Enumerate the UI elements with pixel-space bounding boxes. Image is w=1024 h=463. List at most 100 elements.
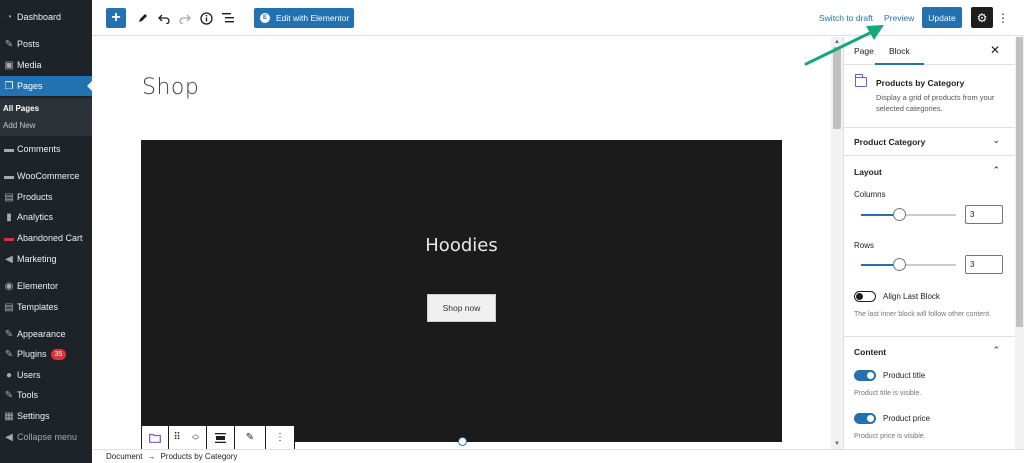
comments-icon: ▬ xyxy=(4,143,14,155)
page-title[interactable]: Shop xyxy=(142,75,199,100)
settings-icon: ▦ xyxy=(4,410,14,422)
menu-item-analytics[interactable]: ▮ Analytics xyxy=(0,208,92,226)
columns-slider[interactable] xyxy=(861,208,956,221)
pencil-icon: ✎ xyxy=(245,432,255,443)
folder-icon xyxy=(149,433,161,443)
kebab-menu-icon: ⋮ xyxy=(275,432,285,443)
elementor-icon: ◉ xyxy=(4,280,14,292)
panel-product-category[interactable]: Product Category ⌄ xyxy=(844,128,1015,156)
submenu-all-pages[interactable]: All Pages xyxy=(3,104,39,113)
menu-item-woocommerce[interactable]: ▬ WooCommerce xyxy=(0,167,92,185)
block-card-title: Products by Category xyxy=(876,78,965,88)
toggle-knob xyxy=(856,293,863,300)
menu-item-settings[interactable]: ▦ Settings xyxy=(0,407,92,425)
tab-block[interactable]: Block xyxy=(875,46,924,65)
product-price-toggle[interactable] xyxy=(854,413,876,424)
menu-item-templates[interactable]: ▤ Templates xyxy=(0,298,92,316)
preview-link[interactable]: Preview xyxy=(884,12,914,24)
breadcrumb-current-block[interactable]: Products by Category xyxy=(160,452,237,461)
rows-slider[interactable] xyxy=(861,258,956,271)
align-last-block-toggle[interactable] xyxy=(854,291,876,302)
users-icon: ● xyxy=(5,369,13,381)
shop-now-button[interactable]: Shop now xyxy=(427,294,496,322)
block-card: Products by Category Display a grid of p… xyxy=(844,66,1015,128)
editor-toolbar: + E Edit with Elementor Switch to draft … xyxy=(92,0,1024,36)
analytics-icon: ▮ xyxy=(6,211,12,223)
tab-page[interactable]: Page xyxy=(854,46,874,56)
menu-item-pages[interactable]: ❐ Pages xyxy=(0,76,92,96)
scroll-up-icon: ▲ xyxy=(834,39,840,45)
update-button[interactable]: Update xyxy=(922,7,962,28)
category-title: Hoodies xyxy=(425,235,498,256)
admin-sidebar: ◔ Dashboard ✎ Posts ▣ Media ❐ Pages All … xyxy=(0,0,92,463)
columns-input[interactable]: 3 xyxy=(965,205,1003,224)
settings-toggle-button[interactable]: ⚙ xyxy=(971,7,993,28)
collapse-menu-button[interactable]: ◀ Collapse menu xyxy=(0,428,92,446)
menu-item-dashboard[interactable]: ◔ Dashboard xyxy=(0,8,92,26)
details-button[interactable] xyxy=(197,8,215,28)
megaphone-icon: ◀ xyxy=(5,253,13,265)
toggle-knob xyxy=(867,372,874,379)
columns-label: Columns xyxy=(854,190,886,199)
align-button[interactable] xyxy=(207,426,235,449)
editor-canvas: Shop Hoodies Shop now ⠿ ︿ ﹀ ✎ ⋮ xyxy=(92,37,831,450)
kebab-menu-icon: ⋮ xyxy=(997,11,1009,25)
breadcrumb-separator: → xyxy=(147,452,156,461)
inspector-scrollbar[interactable] xyxy=(1015,37,1024,449)
canvas-scrollbar[interactable]: ▲ ▼ xyxy=(831,37,843,449)
panel-layout[interactable]: Layout ⌃ xyxy=(844,158,1015,186)
gear-icon: ⚙ xyxy=(976,10,988,25)
abandoned-cart-icon: ▬ xyxy=(4,232,14,244)
menu-item-abandoned-cart[interactable]: ▬ Abandoned Cart xyxy=(0,229,92,247)
edit-with-elementor-button[interactable]: E Edit with Elementor xyxy=(254,8,354,28)
product-title-toggle[interactable] xyxy=(854,370,876,381)
plugins-update-badge: 35 xyxy=(50,348,67,360)
menu-item-tools[interactable]: ✎ Tools xyxy=(0,386,92,404)
switch-to-draft-link[interactable]: Switch to draft xyxy=(819,12,873,24)
menu-item-comments[interactable]: ▬ Comments xyxy=(0,140,92,158)
panel-content[interactable]: Content ⌃ xyxy=(844,338,1015,366)
undo-button[interactable] xyxy=(155,8,173,28)
more-options-button[interactable]: ⋮ xyxy=(997,8,1009,28)
list-view-button[interactable] xyxy=(219,8,237,28)
tools-button[interactable] xyxy=(134,8,152,28)
rows-label: Rows xyxy=(854,241,875,250)
menu-item-media[interactable]: ▣ Media xyxy=(0,56,92,74)
redo-button[interactable] xyxy=(176,8,194,28)
align-icon xyxy=(215,432,226,443)
move-buttons[interactable]: ︿ ﹀ xyxy=(185,426,207,449)
columns-slider-knob[interactable] xyxy=(893,208,906,221)
block-type-button[interactable] xyxy=(142,426,169,449)
list-view-icon xyxy=(221,13,234,23)
breadcrumb-document[interactable]: Document xyxy=(106,452,142,461)
scrollbar-thumb[interactable] xyxy=(833,47,841,129)
close-icon[interactable]: ✕ xyxy=(990,43,1000,57)
menu-item-products[interactable]: ▤ Products xyxy=(0,188,92,206)
elementor-logo-icon: E xyxy=(260,13,270,23)
menu-item-posts[interactable]: ✎ Posts xyxy=(0,35,92,53)
rows-input[interactable]: 3 xyxy=(965,255,1003,274)
menu-item-users[interactable]: ● Users xyxy=(0,366,92,384)
rows-slider-knob[interactable] xyxy=(893,258,906,271)
add-block-button[interactable]: + xyxy=(106,8,126,28)
edit-block-button[interactable]: ✎ xyxy=(235,426,266,449)
appearance-icon: ✎ xyxy=(4,328,14,340)
products-by-category-block[interactable]: Hoodies Shop now xyxy=(141,140,782,442)
menu-item-marketing[interactable]: ◀ Marketing xyxy=(0,250,92,268)
menu-item-elementor[interactable]: ◉ Elementor xyxy=(0,277,92,295)
chevron-up-icon: ⌃ xyxy=(992,165,1000,175)
menu-item-appearance[interactable]: ✎ Appearance xyxy=(0,325,92,343)
pages-icon: ❐ xyxy=(4,80,14,92)
scrollbar-thumb[interactable] xyxy=(1016,37,1023,327)
folder-icon xyxy=(854,74,867,87)
drag-handle[interactable]: ⠿ xyxy=(169,426,185,449)
block-options-button[interactable]: ⋮ xyxy=(266,426,294,449)
pushpin-icon: ✎ xyxy=(4,38,14,50)
dashboard-icon: ◔ xyxy=(5,11,13,23)
chevron-down-icon: ﹀ xyxy=(192,437,199,445)
product-price-help: Product price is visible. xyxy=(854,433,926,440)
block-resize-handle[interactable] xyxy=(458,437,467,446)
divider xyxy=(844,336,1015,337)
menu-item-plugins[interactable]: ✎ Plugins 35 xyxy=(0,345,92,363)
submenu-add-new[interactable]: Add New xyxy=(3,121,35,130)
